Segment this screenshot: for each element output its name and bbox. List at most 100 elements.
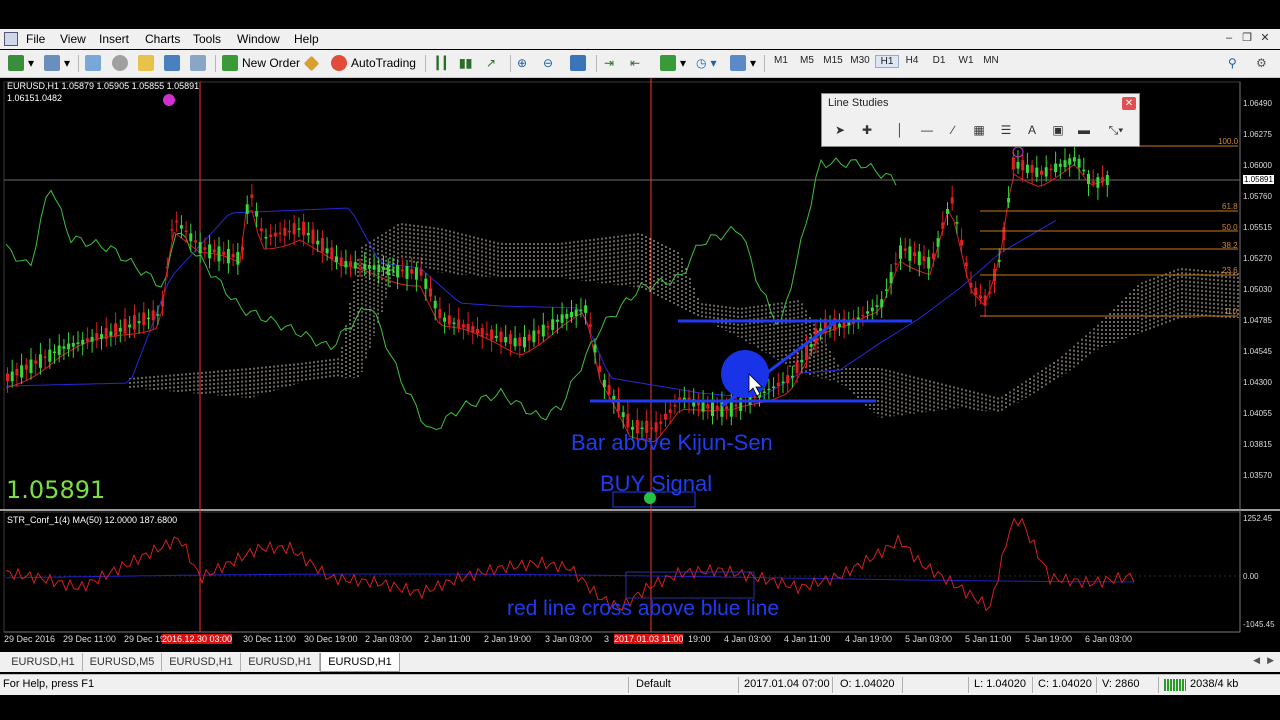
candle-chart-icon: ▮▮ [459, 56, 473, 70]
zoom-in-button[interactable]: ⊕ [517, 54, 527, 72]
market-watch-button[interactable] [85, 54, 101, 72]
price-label: 1.04545 [1243, 347, 1272, 356]
status-separator [1096, 677, 1097, 693]
fibonacci-tool-icon[interactable]: ☰ [996, 121, 1016, 139]
candle-body [461, 324, 465, 328]
menu-tools[interactable]: Tools [193, 32, 221, 46]
chart-tabs: EURUSD,H1 EURUSD,M5 EURUSD,H1 EURUSD,H1 … [0, 652, 1280, 672]
candle-body [800, 359, 804, 363]
menu-insert[interactable]: Insert [99, 32, 129, 46]
candle-body [523, 336, 526, 348]
text-tool-icon[interactable]: A [1022, 121, 1042, 139]
horizontal-line-tool-icon[interactable]: — [917, 121, 937, 139]
tab-chart-1[interactable]: EURUSD,H1 [4, 653, 83, 671]
candle-body [983, 295, 987, 306]
tab-chart-2[interactable]: EURUSD,M5 [83, 653, 162, 671]
toolbar-separator [764, 55, 765, 72]
new-chart-button[interactable]: ▾ [8, 54, 34, 72]
timeframe-d1[interactable]: D1 [928, 55, 950, 66]
tab-scroll-left-icon[interactable]: ◀ [1253, 655, 1260, 666]
terminal-button[interactable] [164, 54, 180, 72]
candle-body [457, 319, 461, 328]
star-icon [138, 55, 154, 71]
menu-view[interactable]: View [60, 32, 86, 46]
market-watch-icon [85, 55, 101, 71]
candle-body [236, 252, 240, 265]
metaeditor-button[interactable] [303, 54, 320, 72]
tab-scroll-right-icon[interactable]: ▶ [1267, 655, 1274, 666]
chart-window[interactable]: EURUSD,H1 1.05879 1.05905 1.05855 1.0589… [0, 78, 1280, 649]
timeframe-h4[interactable]: H4 [901, 55, 923, 66]
chart-symbol-header: EURUSD,H1 1.05879 1.05905 1.05855 1.0589… [7, 81, 200, 91]
shapes-tool-icon[interactable]: ▬ [1074, 121, 1094, 139]
timeframe-h1[interactable]: H1 [875, 55, 899, 68]
profiles-button[interactable]: ▾ [44, 54, 70, 72]
time-label: 30 Dec 11:00 [243, 634, 296, 644]
price-label: 1.04785 [1243, 316, 1272, 325]
tile-windows-button[interactable] [570, 54, 586, 72]
bar-chart-button[interactable]: ┃┃ [434, 54, 448, 72]
text-label-tool-icon[interactable]: ▣ [1048, 121, 1068, 139]
candle-body [57, 345, 61, 355]
price-label: 1.03570 [1243, 471, 1272, 480]
candle-body [349, 261, 353, 267]
candle-body [424, 278, 428, 289]
time-marker-label: 2017.01.03 11:00 [614, 634, 684, 644]
favorites-button[interactable] [138, 54, 154, 72]
candle-body [452, 322, 456, 325]
cursor-tool-icon[interactable]: ➤ [830, 121, 850, 139]
templates-button[interactable]: ▾ [730, 54, 756, 72]
minimize-icon[interactable]: – [1220, 32, 1238, 44]
new-order-icon [222, 55, 238, 71]
search-button[interactable]: ⚲ [1228, 54, 1237, 72]
tab-chart-5-active[interactable]: EURUSD,H1 [320, 653, 400, 672]
trendline-tool-icon[interactable]: ∕ [943, 121, 963, 139]
timeframe-w1[interactable]: W1 [955, 55, 977, 66]
candle-body [922, 256, 926, 262]
candle-body [1096, 177, 1100, 188]
restore-icon[interactable]: ❐ [1238, 31, 1256, 44]
toolbar-separator [78, 55, 79, 72]
timeframe-m30[interactable]: M30 [849, 55, 871, 66]
tester-button[interactable] [190, 54, 206, 72]
candle-body [579, 309, 583, 312]
crosshair-tool-icon[interactable]: ✚ [857, 121, 877, 139]
arrows-tool-icon[interactable]: ⤡▾ [1102, 121, 1130, 139]
candle-body [335, 256, 338, 263]
menu-help[interactable]: Help [294, 32, 319, 46]
status-bar: For Help, press F1 Default 2017.01.04 07… [0, 674, 1280, 695]
chart-shift-button[interactable]: ⇤ [630, 54, 640, 72]
timeframe-mn[interactable]: MN [980, 55, 1002, 66]
menu-window[interactable]: Window [237, 32, 280, 46]
tab-chart-4[interactable]: EURUSD,H1 [241, 653, 320, 671]
menu-charts[interactable]: Charts [145, 32, 180, 46]
candle-body [513, 338, 517, 347]
candle-body [1063, 160, 1067, 167]
channel-tool-icon[interactable]: ▦ [969, 121, 989, 139]
indicators-button[interactable]: ▾ [660, 54, 686, 72]
vertical-line-tool-icon[interactable]: │ [890, 121, 910, 139]
new-order-button[interactable]: New Order [222, 54, 300, 72]
close-icon[interactable]: ✕ [1256, 31, 1274, 44]
menu-file[interactable]: File [26, 32, 45, 46]
time-label: 2 Jan 03:00 [365, 634, 413, 644]
navigator-button[interactable] [112, 54, 128, 72]
candle-body [1082, 169, 1086, 172]
chart-canvas[interactable] [0, 78, 1280, 649]
autoscroll-button[interactable]: ⇥ [604, 54, 614, 72]
candle-body [884, 289, 888, 291]
candle-body [245, 204, 249, 214]
timeframe-m5[interactable]: M5 [796, 55, 818, 66]
close-icon[interactable]: ✕ [1122, 97, 1136, 110]
candle-chart-button[interactable]: ▮▮ [459, 54, 472, 72]
timeframe-m15[interactable]: M15 [822, 55, 844, 66]
options-button[interactable]: ⚙ [1256, 54, 1267, 72]
zoom-out-button[interactable]: ⊖ [543, 54, 553, 72]
autotrading-button[interactable]: AutoTrading [331, 54, 416, 72]
line-studies-toolbar[interactable]: Line Studies ✕ ➤ ✚ │ — ∕ ▦ ☰ A ▣ ▬ ⤡▾ [821, 93, 1140, 147]
timeframe-m1[interactable]: M1 [770, 55, 792, 66]
periods-button[interactable]: ◷ ▾ [696, 54, 717, 72]
candle-body [226, 248, 230, 264]
line-chart-button[interactable]: ↗ [486, 54, 496, 72]
tab-chart-3[interactable]: EURUSD,H1 [162, 653, 241, 671]
